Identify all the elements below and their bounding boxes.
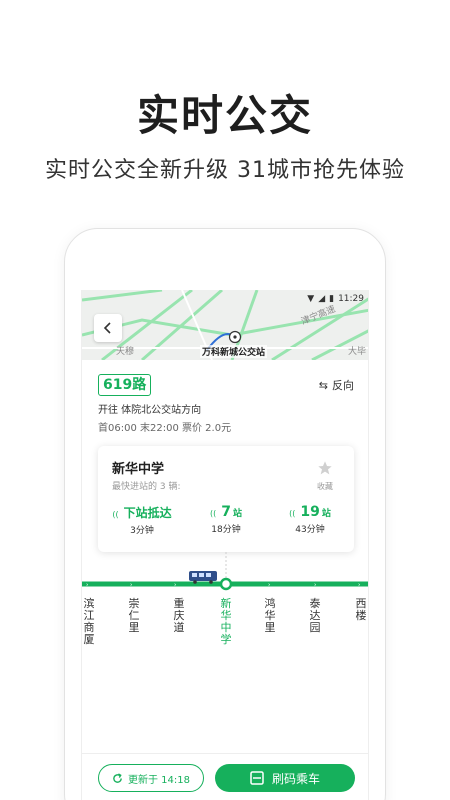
card-note: 最快进站的 3 辆: — [112, 482, 181, 492]
arrival-stops-unit: 站 — [321, 509, 331, 519]
card-stop-name: 新华中学 — [112, 462, 165, 477]
arrival-stops: 19 — [300, 504, 320, 520]
star-icon — [318, 461, 332, 475]
route-times: 首06:00 末22:00 票价 2.0元 — [98, 423, 232, 434]
station-item[interactable]: 西楼 — [354, 598, 368, 622]
arrival-item: (( 7 站 18分钟 — [196, 504, 256, 536]
scan-label: 刷码乘车 — [271, 771, 320, 786]
svg-text:›: › — [268, 582, 270, 589]
favorite-button[interactable]: 收藏 — [312, 460, 338, 492]
station-item[interactable]: 鸿华里 — [263, 598, 277, 634]
route-number-badge: 619路 — [98, 374, 152, 396]
back-icon — [103, 322, 111, 334]
refresh-icon — [113, 772, 122, 783]
arrival-card: 新华中学 最快进站的 3 辆: 收藏 ((下站抵达 3分钟 ((7 站 18分钟 … — [98, 446, 354, 552]
svg-text:›: › — [174, 582, 176, 589]
svg-text:›: › — [86, 582, 88, 589]
signal-icon: (( — [112, 510, 119, 519]
route-direction: 开往 体院北公交站方向 — [98, 405, 202, 416]
favorite-label: 收藏 — [317, 482, 333, 491]
svg-text:›: › — [314, 582, 316, 589]
location-pin-icon — [228, 330, 242, 344]
arrival-time: 18分钟 — [211, 525, 241, 535]
station-item[interactable]: 滨江商厦 — [82, 598, 96, 646]
refresh-button[interactable]: 更新于 14:18 — [98, 764, 204, 792]
signal-icon: (( — [209, 509, 217, 518]
svg-text:›: › — [358, 582, 360, 589]
reverse-label: 反向 — [332, 379, 354, 392]
back-button[interactable] — [94, 314, 122, 342]
arrival-time: 43分钟 — [295, 525, 325, 535]
bottom-bar: 更新于 14:18 刷码乘车 — [82, 753, 368, 800]
status-bar: ▼ ◢ ▮ 11:29 — [307, 292, 364, 306]
refresh-label: 更新于 14:18 — [128, 774, 190, 786]
route-line: › › › › › › 滨江商厦 崇仁里 重庆道 新华中学 鸿华里 泰达园 西楼 — [82, 552, 368, 672]
reverse-icon: ⇆ — [318, 378, 328, 392]
wifi-icon: ▼ — [307, 294, 315, 304]
arrival-list: ((下站抵达 3分钟 ((7 站 18分钟 ((19 站 43分钟 — [112, 504, 340, 536]
reverse-button[interactable]: ⇆ 反向 — [319, 377, 354, 393]
map-label-tianmu: 天穆 — [116, 347, 135, 357]
map-label-dabi: 大毕 — [348, 347, 367, 357]
promo-title: 实时公交 — [136, 91, 313, 140]
station-item[interactable]: 崇仁里 — [127, 598, 141, 634]
route-map[interactable]: ▼ ◢ ▮ 11:29 天穆 津宁高速 大毕 万科新城公交站 — [82, 290, 368, 360]
route-line-graphic: › › › › › › — [82, 552, 368, 591]
arrival-stops-unit: 站 — [232, 509, 242, 519]
status-time: 11:29 — [338, 294, 364, 304]
app-screen: ▼ ◢ ▮ 11:29 天穆 津宁高速 大毕 万科新城公交站 619路 ⇆ 反向… — [81, 290, 369, 800]
arrival-status: 下站抵达 — [123, 506, 172, 520]
arrival-item: (( 19 站 43分钟 — [280, 504, 340, 536]
map-stop-label: 万科新城公交站 — [200, 345, 268, 358]
station-item-current[interactable]: 新华中学 — [219, 598, 233, 646]
signal-icon: (( — [289, 509, 296, 518]
promo-subtitle: 实时公交全新升级 31城市抢先体验 — [45, 158, 405, 183]
station-item[interactable]: 泰达园 — [308, 598, 322, 634]
arrival-stops: 7 — [221, 504, 231, 520]
route-header: 619路 ⇆ 反向 开往 体院北公交站方向 首06:00 末22:00 票价 2… — [82, 360, 368, 434]
station-item[interactable]: 重庆道 — [172, 598, 186, 634]
scan-ride-button[interactable]: 刷码乘车 — [215, 764, 355, 792]
station-list: 滨江商厦 崇仁里 重庆道 新华中学 鸿华里 泰达园 西楼 — [82, 598, 368, 678]
arrival-item: (( 下站抵达 3分钟 — [112, 504, 172, 536]
signal-icon: ◢ — [318, 294, 326, 304]
qr-scan-icon — [250, 771, 264, 785]
bus-icon — [189, 571, 217, 584]
svg-text:›: › — [130, 582, 132, 589]
arrival-time: 3分钟 — [130, 526, 154, 536]
